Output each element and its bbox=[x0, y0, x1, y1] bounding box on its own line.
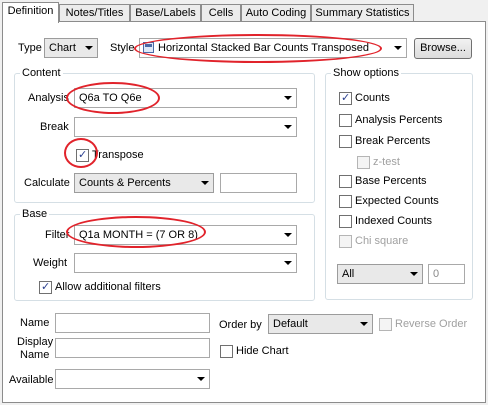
analysis-label: Analysis bbox=[28, 92, 69, 104]
chart-style-icon bbox=[143, 42, 154, 53]
type-value: Chart bbox=[49, 42, 76, 54]
calculate-label: Calculate bbox=[24, 177, 70, 189]
tab-auto-coding-label: Auto Coding bbox=[245, 7, 307, 19]
filter-select[interactable]: Q1a MONTH = (7 OR 8) bbox=[74, 225, 297, 245]
chevron-down-icon bbox=[280, 226, 296, 244]
indexed-counts-label: Indexed Counts bbox=[355, 215, 433, 227]
calculate-select[interactable]: Counts & Percents bbox=[74, 173, 214, 193]
break-select[interactable] bbox=[74, 117, 297, 137]
type-select[interactable]: Chart bbox=[44, 38, 98, 58]
hide-chart-checkbox[interactable] bbox=[220, 345, 233, 358]
order-by-value: Default bbox=[273, 318, 308, 330]
break-label: Break bbox=[40, 121, 69, 133]
style-select[interactable]: Horizontal Stacked Bar Counts Transposed bbox=[139, 38, 407, 58]
tab-summary-statistics-label: Summary Statistics bbox=[315, 7, 410, 19]
tab-notes-titles-label: Notes/Titles bbox=[65, 7, 124, 19]
chevron-down-icon bbox=[390, 39, 406, 57]
order-by-select[interactable]: Default bbox=[268, 314, 373, 334]
tab-definition[interactable]: Definition bbox=[2, 2, 59, 23]
chevron-down-icon bbox=[280, 118, 296, 136]
available-label: Available bbox=[9, 374, 54, 386]
analysis-value: Q6a TO Q6e bbox=[79, 92, 142, 104]
chevron-down-icon bbox=[280, 254, 296, 272]
expected-counts-label: Expected Counts bbox=[355, 195, 439, 207]
name-input[interactable] bbox=[55, 313, 210, 333]
chi-square-label: Chi square bbox=[355, 235, 409, 247]
show-scope-select[interactable]: All bbox=[337, 264, 423, 284]
expected-counts-checkbox[interactable] bbox=[339, 195, 352, 208]
tab-cells-label: Cells bbox=[208, 7, 234, 19]
weight-select[interactable] bbox=[74, 253, 297, 273]
break-percents-checkbox[interactable] bbox=[339, 135, 352, 148]
name-label: Name bbox=[20, 317, 50, 329]
tab-base-labels[interactable]: Base/Labels bbox=[130, 4, 201, 21]
type-label: Type bbox=[18, 42, 42, 54]
tab-cells[interactable]: Cells bbox=[201, 4, 241, 21]
filter-label: Filter bbox=[45, 229, 70, 241]
show-scope-number-value: 0 bbox=[433, 268, 440, 280]
tab-definition-label: Definition bbox=[7, 5, 54, 17]
available-select[interactable] bbox=[55, 369, 210, 389]
counts-label: Counts bbox=[355, 92, 390, 104]
analysis-percents-checkbox[interactable] bbox=[339, 114, 352, 127]
content-group-title: Content bbox=[20, 67, 63, 79]
style-label: Style bbox=[110, 42, 135, 54]
tab-base-labels-label: Base/Labels bbox=[135, 7, 196, 19]
filter-value: Q1a MONTH = (7 OR 8) bbox=[79, 229, 198, 241]
allow-additional-filters-checkbox[interactable] bbox=[39, 280, 52, 294]
display-name-input[interactable] bbox=[55, 338, 210, 358]
chevron-down-icon bbox=[193, 370, 209, 388]
show-options-title: Show options bbox=[331, 67, 402, 79]
show-scope-value: All bbox=[342, 268, 355, 280]
allow-additional-filters-label: Allow additional filters bbox=[55, 281, 161, 293]
browse-button[interactable]: Browse... bbox=[414, 38, 472, 59]
base-group-title: Base bbox=[20, 208, 50, 220]
tab-notes-titles[interactable]: Notes/Titles bbox=[59, 4, 130, 21]
chevron-down-icon bbox=[406, 265, 422, 283]
base-percents-label: Base Percents bbox=[355, 175, 427, 187]
tab-auto-coding[interactable]: Auto Coding bbox=[241, 4, 311, 21]
chevron-down-icon bbox=[280, 89, 296, 107]
z-test-checkbox[interactable] bbox=[357, 156, 370, 169]
analysis-percents-label: Analysis Percents bbox=[355, 114, 443, 126]
weight-label: Weight bbox=[33, 257, 68, 269]
chevron-down-icon bbox=[356, 315, 372, 333]
base-percents-checkbox[interactable] bbox=[339, 175, 352, 188]
hide-chart-label: Hide Chart bbox=[236, 345, 289, 357]
chevron-down-icon bbox=[197, 174, 213, 192]
transpose-label: Transpose bbox=[92, 149, 144, 161]
calculate-extra-input[interactable] bbox=[220, 173, 297, 193]
counts-checkbox[interactable] bbox=[339, 91, 352, 105]
display-name-label-line1: Display bbox=[17, 336, 54, 348]
order-by-label: Order by bbox=[219, 319, 262, 331]
display-name-label-line2: Name bbox=[20, 349, 50, 361]
chi-square-checkbox[interactable] bbox=[339, 235, 352, 248]
reverse-order-checkbox[interactable] bbox=[379, 318, 392, 331]
reverse-order-label: Reverse Order bbox=[395, 318, 468, 330]
z-test-label: z-test bbox=[373, 156, 400, 168]
indexed-counts-checkbox[interactable] bbox=[339, 215, 352, 228]
transpose-checkbox[interactable] bbox=[76, 148, 89, 162]
style-value: Horizontal Stacked Bar Counts Transposed bbox=[158, 42, 369, 54]
tab-summary-statistics[interactable]: Summary Statistics bbox=[311, 4, 414, 21]
break-percents-label: Break Percents bbox=[355, 135, 431, 147]
analysis-select[interactable]: Q6a TO Q6e bbox=[74, 88, 297, 108]
chevron-down-icon bbox=[81, 39, 97, 57]
calculate-value: Counts & Percents bbox=[79, 177, 171, 189]
show-scope-number-input[interactable]: 0 bbox=[428, 264, 465, 284]
